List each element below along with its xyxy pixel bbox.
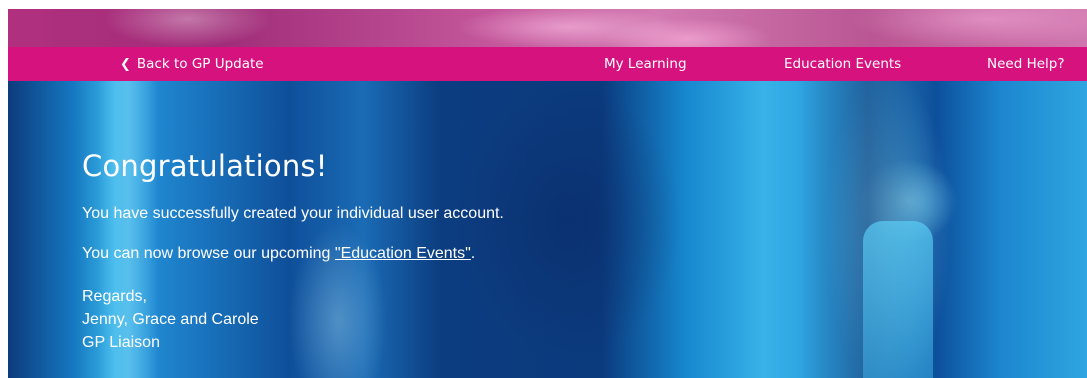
signature-greeting: Regards, (82, 288, 147, 305)
signature-team: GP Liaison (82, 334, 160, 351)
signature-names: Jenny, Grace and Carole (82, 311, 259, 328)
back-to-gp-update-link[interactable]: ❮ Back to GP Update (120, 47, 264, 82)
chevron-left-icon: ❮ (120, 57, 131, 72)
page: ❮ Back to GP Update My Learning Education… (0, 0, 1087, 378)
back-link-label: Back to GP Update (136, 56, 264, 72)
left-gutter (0, 0, 8, 378)
education-events-link[interactable]: "Education Events" (335, 245, 471, 262)
page-title: Congratulations! (82, 149, 328, 183)
nav-need-help[interactable]: Need Help? (987, 47, 1065, 81)
browse-events-prefix: You can now browse our upcoming (82, 245, 335, 262)
signature-block: Regards, Jenny, Grace and Carole GP Liai… (82, 285, 259, 354)
hero-banner: Congratulations! You have successfully c… (8, 81, 1087, 378)
browse-events-text: You can now browse our upcoming "Educati… (82, 245, 475, 263)
background-figure-shirt (863, 221, 933, 378)
account-created-text: You have successfully created your indiv… (82, 205, 504, 222)
nav-education-events[interactable]: Education Events (784, 47, 901, 81)
browse-events-suffix: . (470, 245, 476, 262)
nav-my-learning[interactable]: My Learning (604, 47, 687, 81)
top-banner-image (8, 9, 1087, 47)
top-nav-bar: ❮ Back to GP Update My Learning Education… (8, 47, 1087, 81)
